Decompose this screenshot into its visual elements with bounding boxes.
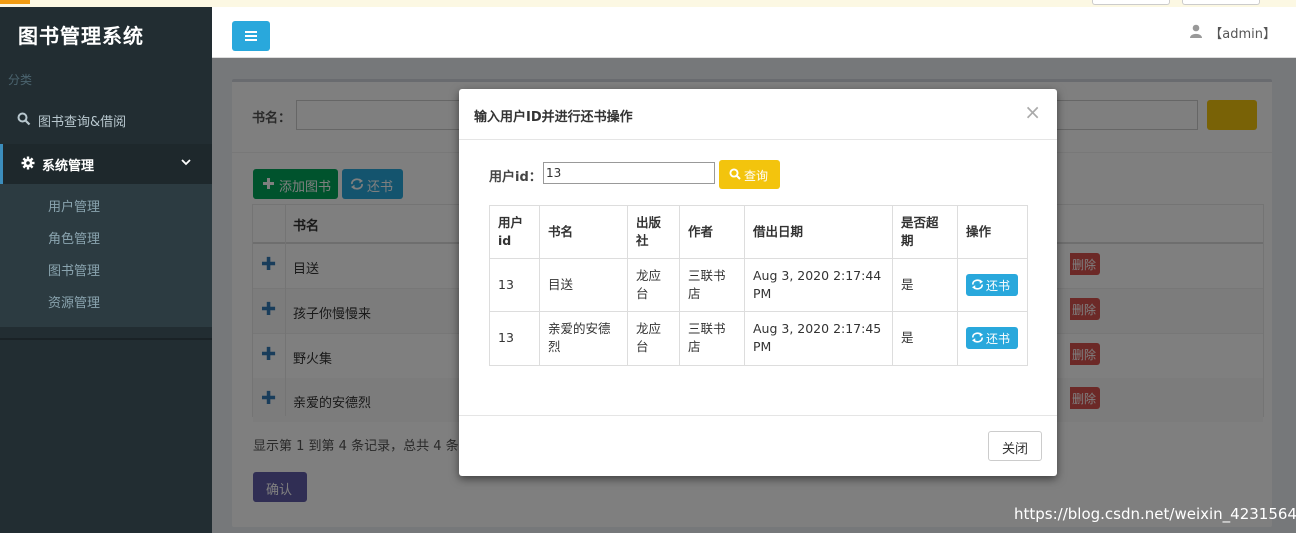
sidebar-subitem-book-management[interactable]: 图书管理 <box>48 260 100 279</box>
sidebar-item-system-management[interactable]: 系统管理 <box>0 144 212 184</box>
cell-author: 三联书店 <box>680 259 745 312</box>
return-book-button[interactable]: 还书 <box>966 327 1018 349</box>
column-header-overdue: 是否超期 <box>893 206 958 259</box>
sidebar: 图书管理系统 分类 图书查询&借阅 系统管理 用户管理 角色管理 图书管理 资源… <box>0 7 212 533</box>
sidebar-subitem-role-management[interactable]: 角色管理 <box>48 228 100 247</box>
sidebar-category-label: 分类 <box>8 73 33 87</box>
sidebar-item-label: 系统管理 <box>42 159 95 174</box>
search-icon <box>17 112 31 126</box>
gear-icon <box>21 156 35 170</box>
column-header-user-id: 用户id <box>490 206 540 259</box>
cell-title: 目送 <box>540 259 628 312</box>
cell-action: 还书 <box>958 312 1027 365</box>
column-header-title: 书名 <box>540 206 628 259</box>
user-id-input[interactable] <box>543 162 715 184</box>
cell-borrow-date: Aug 3, 2020 2:17:45 PM <box>745 312 893 365</box>
refresh-icon <box>972 332 983 343</box>
cell-publisher: 龙应台 <box>628 259 680 312</box>
top-header: 【admin】 <box>212 7 1296 58</box>
cell-overdue: 是 <box>893 259 958 312</box>
sidebar-subitem-resource-management[interactable]: 资源管理 <box>48 292 100 311</box>
refresh-icon <box>972 279 983 290</box>
column-header-author: 作者 <box>680 206 745 259</box>
watermark-url: https://blog.csdn.net/weixin_42315649 <box>1014 505 1296 523</box>
user-id-label: 用户id： <box>489 170 542 185</box>
brand-logo[interactable]: 图书管理系统 <box>0 7 212 57</box>
return-book-modal: 输入用户ID并进行还书操作 × 用户id： 查询 用户id 书名 出版社 作者 … <box>459 89 1057 476</box>
column-header-borrow-date: 借出日期 <box>745 206 893 259</box>
cell-user-id: 13 <box>490 259 540 312</box>
cell-overdue: 是 <box>893 312 958 365</box>
sidebar-submenu: 用户管理 角色管理 图书管理 资源管理 <box>0 184 212 327</box>
cell-author: 三联书店 <box>680 312 745 365</box>
modal-title: 输入用户ID并进行还书操作 <box>474 110 633 125</box>
sidebar-item-book-search[interactable]: 图书查询&借阅 <box>0 100 212 140</box>
cell-action: 还书 <box>958 259 1027 312</box>
user-name: 【admin】 <box>1209 27 1276 42</box>
cell-publisher: 龙应台 <box>628 312 680 365</box>
cell-title: 亲爱的安德烈 <box>540 312 628 365</box>
close-icon[interactable]: × <box>1024 102 1041 122</box>
cell-user-id: 13 <box>490 312 540 365</box>
borrowed-books-table: 用户id 书名 出版社 作者 借出日期 是否超期 操作 13 目送 龙应台 三联… <box>489 205 1028 366</box>
modal-close-button[interactable]: 关闭 <box>988 431 1042 461</box>
search-icon <box>729 168 741 180</box>
sidebar-subitem-user-management[interactable]: 用户管理 <box>48 196 100 215</box>
user-menu[interactable]: 【admin】 <box>1190 23 1276 42</box>
user-icon <box>1190 24 1203 38</box>
chevron-down-icon <box>181 159 191 166</box>
sidebar-item-label: 图书查询&借阅 <box>38 115 127 130</box>
return-book-button[interactable]: 还书 <box>966 274 1018 296</box>
query-button[interactable]: 查询 <box>719 160 780 189</box>
column-header-action: 操作 <box>958 206 1027 259</box>
column-header-publisher: 出版社 <box>628 206 680 259</box>
sidebar-toggle-button[interactable] <box>232 21 270 51</box>
cell-borrow-date: Aug 3, 2020 2:17:44 PM <box>745 259 893 312</box>
